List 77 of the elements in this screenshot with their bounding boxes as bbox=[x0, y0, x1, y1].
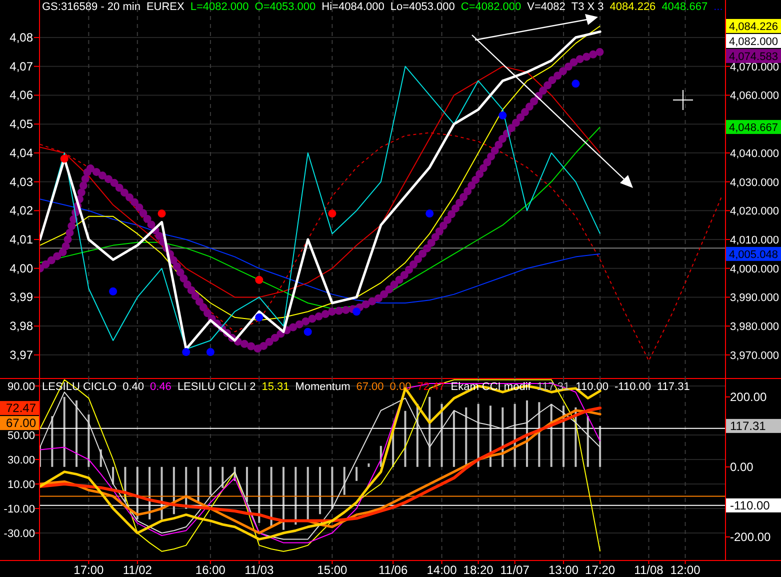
axis-label: 3,980.000 bbox=[730, 321, 779, 334]
axis-label: 3,98 bbox=[10, 319, 33, 334]
price-tag: 4,082.000 bbox=[726, 34, 781, 48]
axis-label: 4,08 bbox=[10, 30, 33, 44]
axis-label: 3,970.000 bbox=[730, 350, 779, 362]
header-text: ... bbox=[714, 1, 723, 13]
header-text: L=4082.000 bbox=[190, 1, 249, 13]
ref-line-label: -110.00 bbox=[730, 498, 770, 512]
time-label: 15:00 bbox=[317, 563, 348, 577]
axis-label: 4,070.000 bbox=[730, 61, 779, 74]
time-label: 18:20 bbox=[463, 563, 494, 577]
axis-label: 4,06 bbox=[10, 88, 33, 102]
axis-label: 50.00 bbox=[7, 430, 35, 442]
legend-text: LESILU CICLI 2 bbox=[177, 381, 256, 393]
axis-label: 4,060.000 bbox=[730, 90, 779, 102]
time-label: 11/02 bbox=[122, 563, 152, 577]
legend-text: 0.46 bbox=[150, 381, 172, 393]
time-label: 11/07 bbox=[500, 563, 530, 577]
header-text: 4048.667 bbox=[662, 1, 708, 13]
axis-label: 4,02 bbox=[10, 204, 33, 218]
axis-label: 3,990.000 bbox=[730, 292, 779, 304]
time-label: 17:00 bbox=[74, 563, 104, 577]
header-text: GS:316589 - 20 min bbox=[42, 1, 140, 13]
axis-label: 3,99 bbox=[10, 290, 33, 304]
time-label: 14:00 bbox=[426, 563, 457, 577]
axis-label: 4,010.000 bbox=[730, 234, 779, 246]
legend-text: 117.31 bbox=[656, 381, 690, 393]
axis-label: 4,04 bbox=[10, 146, 33, 160]
time-label: 11/08 bbox=[634, 563, 664, 577]
header-text: V=4082 bbox=[527, 1, 566, 13]
value-tag: 72.47 bbox=[0, 401, 39, 416]
axis-label: 30.00 bbox=[7, 454, 35, 466]
legend-text: 110.00 bbox=[576, 381, 608, 393]
time-label: 16:00 bbox=[195, 563, 226, 577]
header-text: O=4053.000 bbox=[254, 1, 316, 13]
price-tag: 4,005.048 bbox=[726, 246, 781, 261]
value-tag: 67.00 bbox=[0, 416, 39, 430]
time-label: 17:20 bbox=[585, 563, 616, 577]
axis-label: 4,01 bbox=[10, 232, 33, 246]
legend-text: 15.31 bbox=[262, 381, 290, 393]
axis-label: 4,020.000 bbox=[730, 206, 779, 218]
header-text: Hi=4084.000 bbox=[322, 1, 384, 13]
axis-label: 3,97 bbox=[10, 348, 33, 362]
header-text: EUREX bbox=[146, 1, 184, 13]
header-text: 4084.226 bbox=[610, 1, 656, 13]
legend-text: 0.00 bbox=[390, 381, 412, 393]
axis-label: -10.00 bbox=[4, 504, 35, 516]
time-label: 11/03 bbox=[244, 563, 274, 577]
header-text: T3 X 3 bbox=[571, 1, 604, 13]
header-text: C=4082.000 bbox=[460, 1, 522, 13]
axis-label: 4,03 bbox=[10, 174, 33, 189]
value-tag: -110.00 bbox=[726, 498, 781, 512]
time-label: 12:00 bbox=[670, 563, 700, 577]
time-label: 11/06 bbox=[378, 563, 408, 577]
value-tag: 117.31 bbox=[726, 418, 781, 433]
price-tag: 4,074.583 bbox=[726, 48, 781, 63]
axis-label: 200.00 bbox=[730, 390, 767, 404]
legend-text: 67.00 bbox=[356, 381, 384, 393]
axis-label: 4,000.000 bbox=[730, 263, 779, 276]
legend-text: -110.00 bbox=[614, 381, 651, 393]
time-label: 13:00 bbox=[548, 563, 579, 577]
legend-text: Momentum bbox=[295, 381, 350, 393]
axis-label: -200.00 bbox=[730, 530, 771, 544]
axis-label: -30.00 bbox=[4, 528, 35, 540]
axis-label: 0.00 bbox=[730, 460, 754, 474]
axis-label: 4,05 bbox=[10, 117, 33, 132]
axis-label: 4,00 bbox=[10, 261, 33, 276]
crosshair-icon bbox=[672, 90, 694, 110]
price-tag: 4,048.667 bbox=[726, 120, 781, 134]
axis-label: 90.00 bbox=[7, 380, 35, 393]
axis-label: 4,040.000 bbox=[730, 148, 779, 160]
axis-label: 10.00 bbox=[7, 479, 35, 492]
header-text: Lo=4053.000 bbox=[390, 1, 455, 13]
axis-label: 4,030.000 bbox=[730, 176, 779, 189]
axis-label: 4,07 bbox=[10, 59, 33, 74]
legend-text: 0.40 bbox=[122, 381, 144, 393]
price-tag: 4,084.226 bbox=[726, 18, 781, 33]
